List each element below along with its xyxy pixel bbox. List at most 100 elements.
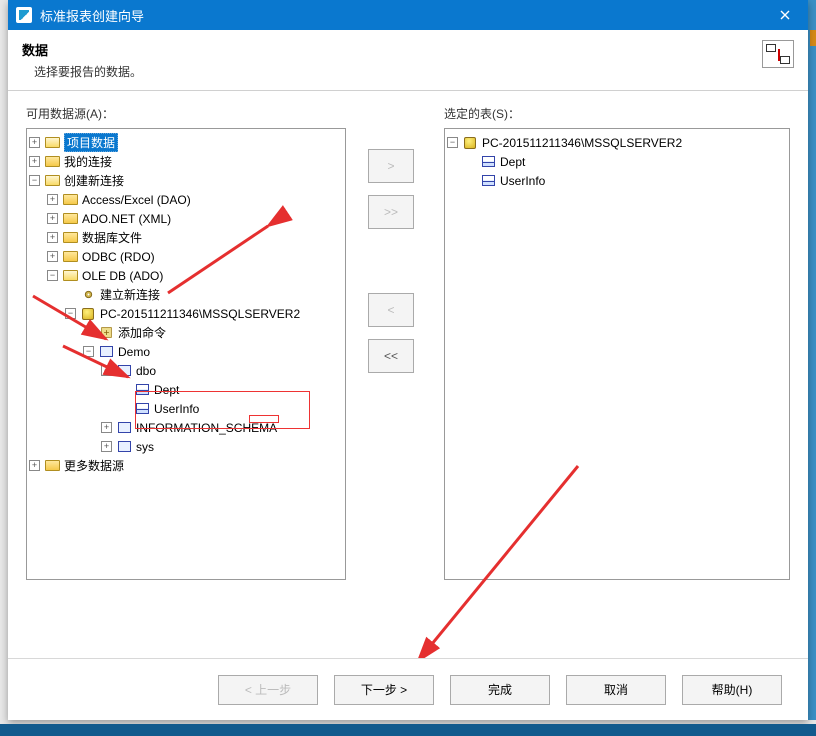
expand-toggle[interactable]: −	[101, 365, 112, 376]
tree-node-sys[interactable]: + sys	[101, 437, 343, 456]
wizard-window: 标准报表创建向导 数据 选择要报告的数据。 可用数据源(A)： +	[8, 0, 808, 720]
folder-icon	[62, 212, 78, 225]
tree-label: UserInfo	[154, 402, 199, 416]
tree-label: 数据库文件	[82, 229, 142, 246]
expand-toggle[interactable]: +	[47, 213, 58, 224]
body: 可用数据源(A)： + 项目数据 +	[8, 91, 808, 676]
selected-root[interactable]: − PC-201511211346\MSSQLSERVER2	[447, 133, 787, 152]
finish-button[interactable]: 完成	[450, 675, 550, 705]
expand-toggle[interactable]: −	[47, 270, 58, 281]
tree-node-dbo[interactable]: − dbo	[101, 361, 343, 380]
tree-node-my-connections[interactable]: + 我的连接	[29, 152, 343, 171]
back-button[interactable]: < 上一步	[218, 675, 318, 705]
tree-node-table-userinfo[interactable]: UserInfo	[119, 399, 343, 418]
tree-label: PC-201511211346\MSSQLSERVER2	[100, 307, 300, 321]
tree-label: OLE DB (ADO)	[82, 269, 163, 283]
tree-label: PC-201511211346\MSSQLSERVER2	[482, 136, 682, 150]
tree-node-make-new[interactable]: 建立新连接	[65, 285, 343, 304]
table-icon	[480, 155, 496, 168]
expand-toggle[interactable]: +	[29, 460, 40, 471]
tree-label: Dept	[500, 155, 525, 169]
tree-label: 添加命令	[118, 324, 166, 341]
help-button[interactable]: 帮助(H)	[682, 675, 782, 705]
tree-node-infoschema[interactable]: + INFORMATION_SCHEMA	[101, 418, 343, 437]
header-panel: 数据 选择要报告的数据。	[8, 30, 808, 91]
footer: < 上一步 下一步 > 完成 取消 帮助(H)	[8, 658, 808, 720]
titlebar: 标准报表创建向导	[8, 0, 808, 30]
tree-label: ADO.NET (XML)	[82, 212, 171, 226]
gear-icon	[98, 326, 114, 339]
next-button[interactable]: 下一步 >	[334, 675, 434, 705]
expand-toggle[interactable]: −	[83, 346, 94, 357]
tree-node[interactable]: + ADO.NET (XML)	[47, 209, 343, 228]
tree-node[interactable]: +Access/Excel (DAO)	[47, 190, 343, 209]
database-icon	[80, 307, 96, 320]
tree-label: 建立新连接	[100, 286, 160, 303]
folder-icon	[44, 155, 60, 168]
window-title: 标准报表创建向导	[40, 6, 762, 25]
transfer-buttons: > >> < <<	[368, 149, 414, 373]
add-all-button[interactable]: >>	[368, 195, 414, 229]
folder-icon	[44, 459, 60, 472]
folder-icon	[62, 231, 78, 244]
tree-node[interactable]: + ODBC (RDO)	[47, 247, 343, 266]
folder-open-icon	[44, 136, 60, 149]
selected-tables-label: 选定的表(S)：	[444, 105, 790, 122]
gear-icon	[80, 288, 96, 301]
expand-toggle[interactable]: +	[47, 194, 58, 205]
expand-toggle[interactable]: +	[29, 137, 40, 148]
selected-tables-tree[interactable]: − PC-201511211346\MSSQLSERVER2 Dept User…	[444, 128, 790, 580]
header-subtitle: 选择要报告的数据。	[22, 63, 762, 80]
tree-node-more-sources[interactable]: + 更多数据源	[29, 456, 343, 475]
tree-node[interactable]: + 数据库文件	[47, 228, 343, 247]
schema-icon	[116, 364, 132, 377]
tree-label: ODBC (RDO)	[82, 250, 155, 264]
tree-label: INFORMATION_SCHEMA	[136, 421, 277, 435]
close-button[interactable]	[762, 0, 808, 30]
folder-icon	[62, 250, 78, 263]
tree-label: 更多数据源	[64, 457, 124, 474]
folder-open-icon	[62, 269, 78, 282]
expand-toggle[interactable]: +	[101, 441, 112, 452]
remove-button[interactable]: <	[368, 293, 414, 327]
expand-toggle[interactable]: +	[101, 422, 112, 433]
expand-toggle[interactable]: +	[47, 232, 58, 243]
tree-node-oledb[interactable]: − OLE DB (ADO)	[47, 266, 343, 285]
expand-toggle[interactable]: +	[29, 156, 40, 167]
cancel-button[interactable]: 取消	[566, 675, 666, 705]
folder-icon	[62, 193, 78, 206]
table-icon	[480, 174, 496, 187]
tree-node-project-data[interactable]: + 项目数据	[29, 133, 343, 152]
tree-label: dbo	[136, 364, 156, 378]
expand-toggle[interactable]: −	[447, 137, 458, 148]
tree-label: 项目数据	[64, 133, 118, 152]
expand-toggle[interactable]: +	[47, 251, 58, 262]
tree-label: UserInfo	[500, 174, 545, 188]
selected-table-userinfo[interactable]: UserInfo	[465, 171, 787, 190]
schema-icon	[116, 440, 132, 453]
tree-label: 创建新连接	[64, 172, 124, 189]
tree-node-table-dept[interactable]: Dept	[119, 380, 343, 399]
table-icon	[134, 383, 150, 396]
tree-label: sys	[136, 440, 154, 454]
tree-node-server[interactable]: − PC-201511211346\MSSQLSERVER2	[65, 304, 343, 323]
available-sources-tree[interactable]: + 项目数据 + 我的连接	[26, 128, 346, 580]
tree-node-demo[interactable]: − Demo	[83, 342, 343, 361]
table-icon	[134, 402, 150, 415]
tree-node-new-connection[interactable]: − 创建新连接	[29, 171, 343, 190]
data-icon	[762, 40, 794, 68]
add-button[interactable]: >	[368, 149, 414, 183]
available-sources-label: 可用数据源(A)：	[26, 105, 346, 122]
selected-table-dept[interactable]: Dept	[465, 152, 787, 171]
tree-node-add-cmd[interactable]: 添加命令	[83, 323, 343, 342]
remove-all-button[interactable]: <<	[368, 339, 414, 373]
schema-icon	[116, 421, 132, 434]
close-icon	[780, 10, 790, 20]
tree-label: Dept	[154, 383, 179, 397]
expand-toggle[interactable]: −	[65, 308, 76, 319]
folder-open-icon	[44, 174, 60, 187]
app-icon	[16, 7, 32, 23]
schema-icon	[98, 345, 114, 358]
tree-label: Demo	[118, 345, 150, 359]
expand-toggle[interactable]: −	[29, 175, 40, 186]
